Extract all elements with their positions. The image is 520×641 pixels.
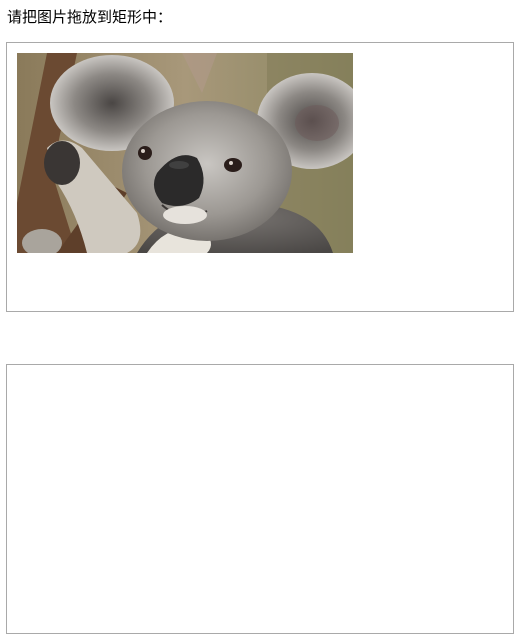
koala-photo-icon: [17, 53, 353, 253]
koala-image[interactable]: [17, 53, 353, 253]
drop-target-2[interactable]: [6, 364, 514, 634]
drop-target-1[interactable]: [6, 42, 514, 312]
instruction-text: 请把图片拖放到矩形中：: [7, 8, 173, 26]
